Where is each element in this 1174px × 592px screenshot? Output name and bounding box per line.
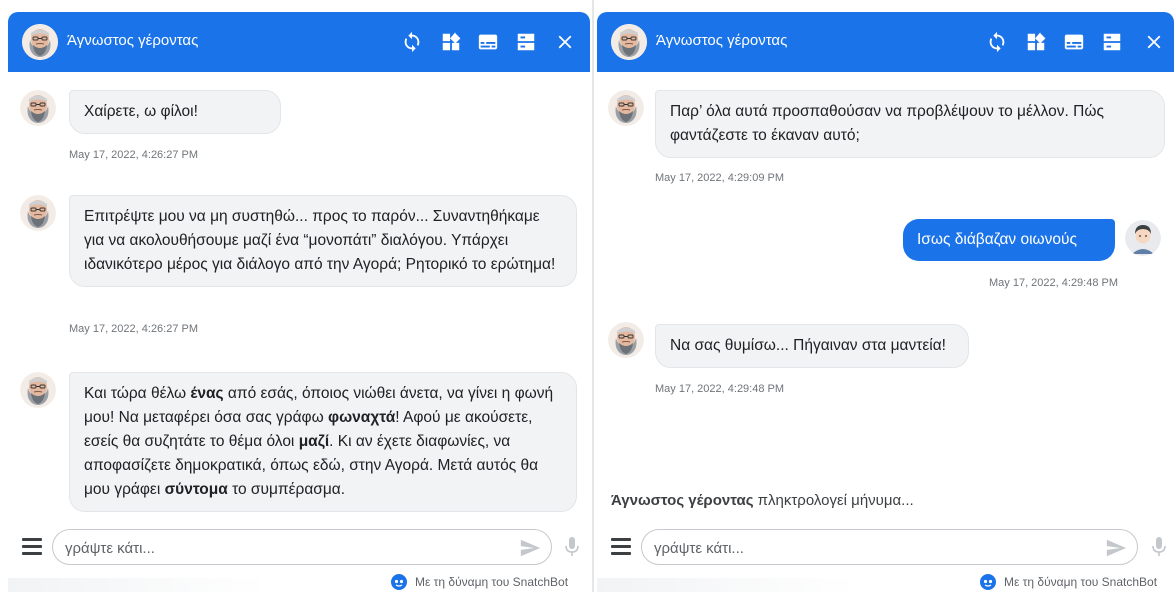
message-text: το συμπέρασμα.	[227, 481, 346, 498]
message-text: Και τώρα θέλω	[84, 385, 191, 402]
widget-icon[interactable]	[1025, 31, 1047, 53]
message-input[interactable]	[65, 537, 464, 559]
message-bold-text: φωναχτά	[328, 409, 396, 426]
bottom-shade	[597, 578, 857, 592]
bot-message: Επιτρέψτε μου να μη συστηθώ... προς το π…	[69, 195, 577, 287]
bot-avatar	[22, 24, 58, 60]
message-input-wrapper	[52, 529, 552, 565]
refresh-icon[interactable]	[401, 31, 423, 53]
subtitles-icon[interactable]	[1063, 31, 1085, 53]
subtitles-icon[interactable]	[477, 31, 499, 53]
bot-avatar	[20, 195, 56, 231]
bot-avatar	[608, 322, 644, 358]
close-icon[interactable]	[1143, 31, 1165, 53]
powered-by[interactable]: Με τη δύναμη του SnatchBot	[391, 574, 568, 592]
menu-icon[interactable]	[611, 538, 631, 556]
powered-by-text: Με τη δύναμη του SnatchBot	[1004, 575, 1158, 589]
bot-message: Χαίρετε, ω φίλοι!	[69, 90, 281, 134]
chat-window-left: Άγνωστος γέροντας Χαίρετε, ω φίλοι! May …	[8, 12, 590, 592]
view-toggle-icon[interactable]	[1101, 31, 1123, 53]
pane-divider	[592, 0, 594, 592]
chat-header: Άγνωστος γέροντας	[8, 12, 590, 72]
refresh-icon[interactable]	[986, 31, 1008, 53]
chat-header: Άγνωστος γέροντας	[597, 12, 1174, 72]
message-input-wrapper	[641, 529, 1138, 565]
message-timestamp: May 17, 2022, 4:26:27 PM	[69, 149, 199, 161]
message-bold-text: ένας	[190, 385, 224, 402]
message-timestamp: May 17, 2022, 4:29:48 PM	[989, 277, 1119, 289]
message-timestamp: May 17, 2022, 4:29:09 PM	[655, 172, 785, 184]
message-bold-text: μαζί	[298, 433, 330, 450]
widget-icon[interactable]	[440, 31, 462, 53]
powered-by-text: Με τη δύναμη του SnatchBot	[415, 575, 569, 589]
snatchbot-logo-icon	[391, 574, 407, 590]
menu-icon[interactable]	[22, 538, 42, 556]
bottom-shade	[8, 578, 268, 592]
message-composer	[597, 528, 1174, 568]
message-composer	[8, 528, 590, 568]
user-avatar	[1125, 220, 1161, 256]
bot-message: Να σας θυμίσω... Πήγαιναν στα μαντεία!	[655, 324, 969, 368]
user-message: Ισως διάβαζαν οιωνούς	[903, 219, 1115, 261]
close-icon[interactable]	[554, 31, 576, 53]
message-timestamp: May 17, 2022, 4:26:27 PM	[69, 323, 199, 335]
mic-icon[interactable]	[1152, 537, 1166, 557]
chat-window-right: Άγνωστος γέροντας Παρ’ όλα αυτά προσπαθο…	[597, 12, 1174, 592]
message-timestamp: May 17, 2022, 4:29:48 PM	[655, 383, 785, 395]
bot-avatar	[611, 24, 647, 60]
bot-message: Και τώρα θέλω ένας από εσάς, όποιος νιώθ…	[69, 372, 577, 512]
send-icon[interactable]	[519, 537, 541, 559]
bot-message: Παρ’ όλα αυτά προσπαθούσαν να προβλέψουν…	[655, 90, 1165, 158]
bot-avatar	[20, 372, 56, 408]
bot-name: Άγνωστος γέροντας	[67, 32, 199, 49]
typing-text: πληκτρολογεί μήνυμα...	[757, 492, 914, 509]
typing-indicator: Άγνωστος γέροντας πληκτρολογεί μήνυμα...	[611, 492, 914, 509]
typing-bot-name: Άγνωστος γέροντας	[611, 492, 754, 509]
message-input[interactable]	[654, 537, 1050, 559]
bot-name: Άγνωστος γέροντας	[656, 32, 788, 49]
snatchbot-logo-icon	[980, 574, 996, 590]
bot-avatar	[20, 90, 56, 126]
bot-avatar	[608, 90, 644, 126]
mic-icon[interactable]	[565, 537, 579, 557]
message-bold-text: σύντομα	[164, 481, 228, 498]
powered-by[interactable]: Με τη δύναμη του SnatchBot	[980, 574, 1157, 592]
send-icon[interactable]	[1105, 537, 1127, 559]
view-toggle-icon[interactable]	[515, 31, 537, 53]
